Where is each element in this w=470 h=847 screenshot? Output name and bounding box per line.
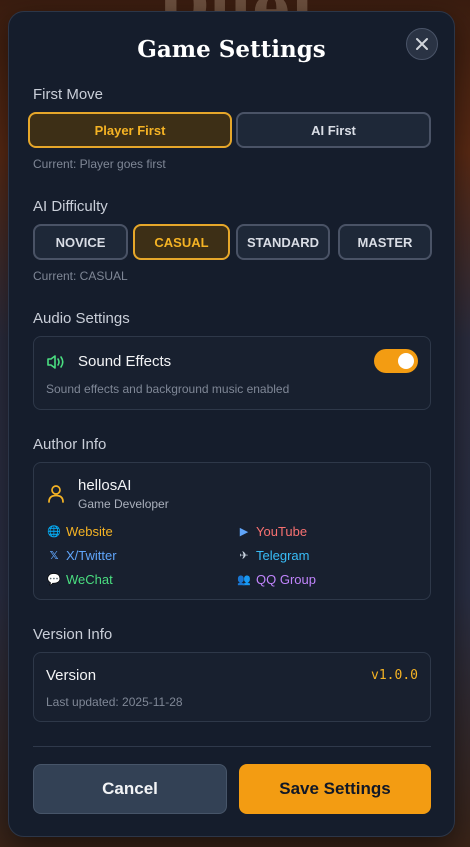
close-icon [416,38,428,50]
difficulty-master-button[interactable]: MASTER [338,224,432,260]
ai-first-button[interactable]: AI First [236,112,431,148]
difficulty-casual-button[interactable]: CASUAL [133,224,230,260]
difficulty-standard-button[interactable]: STANDARD [236,224,330,260]
modal-title: Game Settings [137,36,326,63]
sound-effects-toggle[interactable] [374,349,418,373]
version-number: v1.0.0 [371,668,418,683]
website-link[interactable]: 🌐 Website [47,524,113,539]
audio-settings-label: Audio Settings [33,310,130,327]
speaker-icon [47,355,64,369]
sound-effects-description: Sound effects and background music enabl… [46,382,290,396]
qq-group-link-label: QQ Group [256,572,316,587]
author-role: Game Developer [78,497,169,511]
ai-difficulty-label: AI Difficulty [33,198,108,215]
sound-effects-label: Sound Effects [78,353,172,370]
qq-group-link[interactable]: 👥 QQ Group [237,572,316,587]
website-link-label: Website [66,524,113,539]
youtube-link-label: YouTube [256,524,308,539]
first-move-current: Current: Player goes first [33,157,166,171]
first-move-label: First Move [33,86,104,103]
author-name: hellosAI [78,477,132,494]
telegram-link-label: Telegram [256,548,310,563]
qq-group-icon: 👥 [237,574,251,586]
author-panel: hellosAI Game Developer 🌐 Website ▶ YouT… [33,462,431,600]
difficulty-current: Current: CASUAL [33,269,128,283]
twitter-link[interactable]: 𝕏 X/Twitter [47,548,117,563]
toggle-knob [398,353,414,369]
settings-modal: Game Settings First Move Player First AI… [8,11,455,837]
telegram-icon: ✈ [239,550,249,562]
cancel-button[interactable]: Cancel [33,764,227,814]
author-info-label: Author Info [33,436,107,453]
version-panel: Version v1.0.0 Last updated: 2025-11-28 [33,652,431,722]
close-button[interactable] [406,28,438,60]
footer-divider [33,746,431,747]
save-settings-button[interactable]: Save Settings [239,764,431,814]
sound-effects-panel: Sound Effects Sound effects and backgrou… [33,336,431,410]
version-title: Version [46,667,97,684]
version-info-label: Version Info [33,626,113,643]
telegram-link[interactable]: ✈ Telegram [237,548,309,563]
youtube-icon: ▶ [239,526,249,538]
wechat-icon: 💬 [47,574,61,586]
user-icon [48,485,64,503]
player-first-button[interactable]: Player First [28,112,232,148]
youtube-link[interactable]: ▶ YouTube [237,524,307,539]
globe-icon: 🌐 [47,526,61,538]
last-updated-text: Last updated: 2025-11-28 [46,695,183,709]
x-twitter-icon: 𝕏 [49,550,59,562]
difficulty-novice-button[interactable]: NOVICE [33,224,128,260]
twitter-link-label: X/Twitter [66,548,117,563]
wechat-link-label: WeChat [66,572,113,587]
wechat-link[interactable]: 💬 WeChat [47,572,113,587]
